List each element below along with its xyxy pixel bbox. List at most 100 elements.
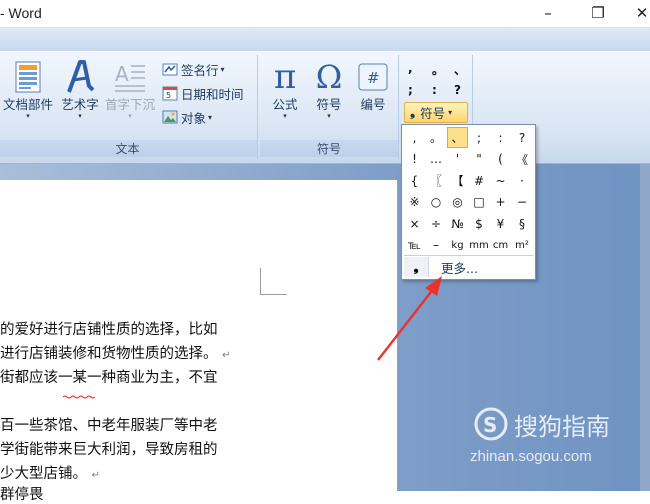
symbol-cell[interactable]: : xyxy=(490,127,511,148)
comma-icon: ❟ xyxy=(410,105,416,120)
omega-icon: Ω xyxy=(315,58,343,96)
document-line: 进行店铺装修和货物性质的选择。 ↵ xyxy=(0,346,231,362)
symbol-cell[interactable]: " xyxy=(469,149,490,170)
symbol-cell[interactable]: cm xyxy=(490,235,511,256)
minimize-icon: – xyxy=(544,4,552,22)
symbol-cell[interactable]: ( xyxy=(490,149,511,170)
watermark-brand: S 搜狗指南 xyxy=(474,404,634,444)
symbol-cell[interactable]: 〖 xyxy=(426,170,447,191)
document-line: 百一些茶馆、中老年服装厂等中老 xyxy=(0,418,218,434)
symbol-cell[interactable]: , xyxy=(404,127,425,148)
symbol-caret-icon: ▾ xyxy=(327,112,331,120)
drop-cap-icon: A xyxy=(113,57,147,97)
symbol-cell[interactable]: ÷ xyxy=(426,213,447,234)
document-line: 街都应该一某一种商业为主，不宜 xyxy=(0,370,218,386)
svg-text:A: A xyxy=(115,62,129,86)
symbol-cell[interactable]: + xyxy=(490,192,511,213)
annotation-arrow xyxy=(377,276,442,361)
close-icon: ✕ xyxy=(635,4,649,22)
document-page[interactable]: 的爱好进行店铺性质的选择，比如 进行店铺装修和货物性质的选择。 ↵ 街都应该一某… xyxy=(0,180,398,503)
number-label: 编号 xyxy=(360,97,386,112)
paragraph-mark: ↵ xyxy=(222,350,231,361)
symbol-cell[interactable]: $ xyxy=(469,213,490,234)
symbol-cell[interactable]: ℡ xyxy=(404,235,425,256)
pi-icon: π xyxy=(273,57,297,97)
equation-label: 公式 xyxy=(272,97,298,112)
mini-symbol[interactable]: , xyxy=(408,61,413,75)
symbol-cell[interactable]: mm xyxy=(469,235,490,256)
mini-symbol[interactable]: 、 xyxy=(454,61,466,78)
restore-button[interactable]: ❐ xyxy=(578,0,618,26)
spelling-squiggle xyxy=(62,384,96,399)
symbol-cell[interactable]: m² xyxy=(512,235,533,256)
document-line: 的爱好进行店铺性质的选择，比如 xyxy=(0,322,218,338)
mini-symbol[interactable]: ; xyxy=(408,83,413,97)
document-line: 学街能带来巨大利润，导致房租的 xyxy=(0,442,218,458)
document-line: 群停畏 xyxy=(0,487,44,503)
ribbon-tab-strip xyxy=(0,27,650,51)
symbol-cell[interactable]: ※ xyxy=(404,192,425,213)
symbol-cell[interactable]: ¥ xyxy=(490,213,511,234)
wordart-icon xyxy=(65,57,95,97)
symbol-cell[interactable]: ? xyxy=(512,127,533,148)
vertical-scrollbar[interactable] xyxy=(640,164,650,491)
symbols-group: π 公式 ▾ Ω 符号 ▾ # 编号 符号 xyxy=(260,55,399,159)
object-icon xyxy=(162,109,178,125)
equation-button[interactable]: π 公式 ▾ xyxy=(264,57,306,127)
symbol-cell[interactable]: ◎ xyxy=(447,192,468,213)
svg-text:5: 5 xyxy=(166,91,171,100)
quick-parts-button[interactable]: 文档部件 ▾ xyxy=(0,57,56,127)
wordart-button[interactable]: 艺术字 ▾ xyxy=(58,57,102,127)
symbols-group-label: 符号 xyxy=(260,140,398,157)
mini-symbol[interactable]: 。 xyxy=(432,61,444,78)
quick-parts-label: 文档部件 xyxy=(2,97,53,112)
quick-parts-icon xyxy=(15,57,41,97)
date-time-label: 日期和时间 xyxy=(181,86,244,102)
symbol-cell[interactable]: 。 xyxy=(426,127,447,148)
symbol-dropdown-button[interactable]: ❟ 符号 ▾ xyxy=(404,102,468,123)
title-bar: - Word – ❐ ✕ xyxy=(0,0,650,30)
symbol-cell[interactable]: ; xyxy=(469,127,490,148)
symbol-cell[interactable]: ○ xyxy=(426,192,447,213)
symbol-cell[interactable]: 【 xyxy=(447,170,468,191)
symbol-dropdown-label: 符号 xyxy=(420,106,446,121)
minimize-button[interactable]: – xyxy=(528,0,568,26)
symbol-cell[interactable]: 、 xyxy=(447,127,468,148)
symbol-cell[interactable]: × xyxy=(404,213,425,234)
signature-line-button[interactable]: 签名行 ▾ xyxy=(162,59,225,79)
date-time-button[interactable]: 5 日期和时间 xyxy=(162,83,244,103)
symbol-cell[interactable]: § xyxy=(512,213,533,234)
symbol-cell[interactable]: ! xyxy=(404,149,425,170)
signature-line-label: 签名行 xyxy=(181,62,219,78)
mini-symbol[interactable]: : xyxy=(432,83,437,97)
text-group-label: 文本 xyxy=(0,140,257,157)
symbol-cell[interactable]: ~ xyxy=(490,170,511,191)
symbol-cell[interactable]: − xyxy=(512,192,533,213)
text-group: 文档部件 ▾ 艺术字 ▾ A 首字下沉 ▾ 签名行 ▾ 5 日期和时间 对象 ▾… xyxy=(0,55,258,159)
symbol-cell[interactable]: { xyxy=(404,170,425,191)
symbol-cell[interactable]: ' xyxy=(447,149,468,170)
number-button[interactable]: # 编号 xyxy=(352,57,394,127)
drop-cap-caret-icon: ▾ xyxy=(128,112,132,120)
symbol-cell[interactable]: □ xyxy=(469,192,490,213)
symbol-cell[interactable]: – xyxy=(426,235,447,256)
wordart-label: 艺术字 xyxy=(61,97,99,112)
mini-symbol[interactable]: ? xyxy=(454,83,461,97)
paragraph-mark: ↵ xyxy=(91,470,100,481)
symbol-button[interactable]: Ω 符号 ▾ xyxy=(308,57,350,127)
drop-cap-label: 首字下沉 xyxy=(104,97,155,112)
symbol-cell[interactable]: № xyxy=(447,213,468,234)
symbol-dropdown-caret-icon: ▾ xyxy=(448,108,453,117)
object-caret-icon: ▾ xyxy=(208,112,213,122)
object-button[interactable]: 对象 ▾ xyxy=(162,107,212,127)
object-label: 对象 xyxy=(181,110,207,126)
symbol-cell[interactable]: 《 xyxy=(512,149,533,170)
symbol-cell[interactable]: · xyxy=(512,170,533,191)
symbol-cell[interactable]: # xyxy=(469,170,490,191)
popup-separator xyxy=(404,255,533,256)
drop-cap-button[interactable]: A 首字下沉 ▾ xyxy=(102,57,158,127)
symbol-cell[interactable]: … xyxy=(426,149,447,170)
close-button[interactable]: ✕ xyxy=(622,0,650,26)
restore-icon: ❐ xyxy=(591,4,605,22)
symbol-cell[interactable]: kg xyxy=(447,235,468,256)
